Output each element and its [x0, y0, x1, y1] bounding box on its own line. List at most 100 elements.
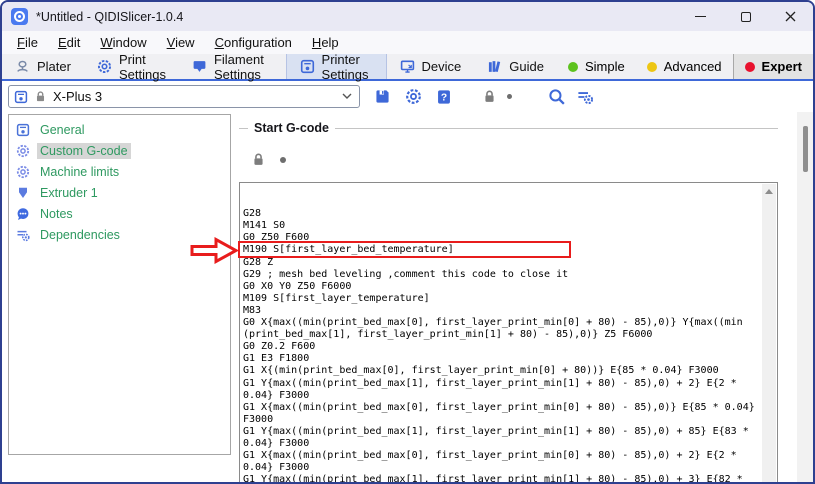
field-status-row — [251, 152, 286, 167]
save-preset-button[interactable] — [374, 88, 391, 105]
gcode-line: G28 Z — [243, 257, 761, 269]
lock-toggle-button[interactable] — [482, 89, 497, 104]
tab-label: Filament Settings — [214, 52, 273, 82]
dependencies-icon — [16, 228, 30, 242]
menu-item[interactable]: Configuration — [205, 33, 302, 52]
sidebar-item-label: Extruder 1 — [37, 185, 101, 201]
section-header: Start G-code — [239, 121, 778, 135]
maximize-button[interactable] — [723, 2, 768, 31]
close-icon — [785, 11, 796, 22]
gcode-line: 0.04} F3000 — [243, 462, 761, 474]
menu-item[interactable]: Edit — [48, 33, 90, 52]
menu-item[interactable]: View — [157, 33, 205, 52]
tab-plater[interactable]: Plater — [2, 54, 84, 79]
gcode-line: M109 S[first_layer_temperature] — [243, 293, 761, 305]
maximize-icon — [741, 12, 751, 22]
sidebar-item-label: General — [37, 122, 87, 138]
window-title: *Untitled - QIDISlicer-1.0.4 — [36, 10, 183, 24]
preset-toolbar: X-Plus 3 ? — [2, 81, 813, 112]
tab-label: Printer Settings — [322, 52, 373, 82]
printer-icon — [300, 59, 315, 74]
menu-item[interactable]: Window — [90, 33, 156, 52]
chevron-down-icon — [342, 93, 352, 100]
scrollbar-thumb[interactable] — [803, 126, 808, 172]
printer-icon — [14, 90, 28, 104]
sidebar-item-custom-gcode[interactable]: Custom G-code — [9, 140, 230, 161]
lock-icon — [34, 90, 47, 103]
mode-switcher: Simple Advanced Expert — [557, 54, 813, 79]
menu-item[interactable]: File — [7, 33, 48, 52]
search-settings-button[interactable] — [576, 88, 594, 106]
lock-icon[interactable] — [251, 152, 266, 167]
tab-label: Guide — [509, 59, 544, 74]
svg-text:?: ? — [441, 92, 447, 103]
preset-value: X-Plus 3 — [53, 89, 336, 104]
search-button[interactable] — [548, 88, 566, 106]
simple-mode-dot-icon — [568, 62, 578, 72]
window-controls — [678, 2, 813, 31]
menu-item[interactable]: Help — [302, 33, 349, 52]
gcode-line: G1 X{(min(print_bed_max[0], first_layer_… — [243, 365, 761, 377]
gcode-line: M190 S[first_layer_bed_temperature] — [243, 244, 761, 256]
mode-label: Expert — [762, 59, 802, 74]
mode-simple[interactable]: Simple — [557, 54, 636, 79]
tab-label: Print Settings — [119, 52, 166, 82]
gcode-line: G0 X{max((min(print_bed_max[0], first_la… — [243, 317, 761, 329]
save-icon — [374, 88, 391, 105]
editor-scrollbar[interactable] — [762, 184, 776, 484]
sidebar-item-label: Dependencies — [37, 227, 123, 243]
modified-indicator-dot — [280, 157, 286, 163]
sidebar-item-general[interactable]: General — [9, 119, 230, 140]
gear-icon — [97, 59, 112, 74]
sidebar-item-machine-limits[interactable]: Machine limits — [9, 161, 230, 182]
printer-preset-combobox[interactable]: X-Plus 3 — [8, 85, 360, 108]
gcode-line: M141 S0 — [243, 220, 761, 232]
mode-label: Advanced — [664, 59, 722, 74]
mode-expert[interactable]: Expert — [733, 54, 813, 79]
tab-printer-settings[interactable]: Printer Settings — [286, 54, 387, 79]
gear-icon — [405, 88, 422, 105]
gear-icon — [16, 144, 30, 158]
tab-device[interactable]: Device — [387, 54, 475, 79]
help-button[interactable]: ? — [436, 89, 452, 105]
gcode-line: (print_bed_max[1], first_layer_print_min… — [243, 329, 761, 341]
scroll-up-button[interactable] — [762, 184, 776, 199]
tab-print-settings[interactable]: Print Settings — [84, 54, 179, 79]
sidebar-item-label: Notes — [37, 206, 76, 222]
app-logo-icon — [11, 8, 28, 25]
help-book-icon: ? — [436, 89, 452, 105]
gcode-line: G0 Z0.2 F600 — [243, 341, 761, 353]
preset-settings-button[interactable] — [405, 88, 422, 105]
notes-icon — [16, 207, 30, 221]
gcode-line: F3000 — [243, 414, 761, 426]
tab-guide[interactable]: Guide — [474, 54, 557, 79]
gcode-line: G1 Y{max((min(print_bed_max[1], first_la… — [243, 378, 761, 390]
mode-label: Simple — [585, 59, 625, 74]
start-gcode-editor: G28M141 S0G0 Z50 F600M190 S[first_layer_… — [239, 182, 778, 484]
tab-filament-settings[interactable]: Filament Settings — [179, 54, 286, 79]
gcode-line: 0.04} F3000 — [243, 438, 761, 450]
sidebar-item-notes[interactable]: Notes — [9, 203, 230, 224]
mode-advanced[interactable]: Advanced — [636, 54, 733, 79]
minimize-icon — [695, 16, 706, 18]
gcode-line: G1 Y{max((min(print_bed_max[1], first_la… — [243, 474, 761, 484]
gcode-line: G28 — [243, 208, 761, 220]
settings-sidebar: General Custom G-code Machine limits Ext… — [8, 114, 231, 455]
sidebar-item-dependencies[interactable]: Dependencies — [9, 224, 230, 245]
filament-icon — [192, 59, 207, 74]
gcode-line: G0 X0 Y0 Z50 F6000 — [243, 281, 761, 293]
plater-icon — [15, 59, 30, 74]
gcode-line: G0 Z50 F600 — [243, 232, 761, 244]
gcode-line: M83 — [243, 305, 761, 317]
app-window: *Untitled - QIDISlicer-1.0.4 FileEditWin… — [0, 0, 815, 484]
close-button[interactable] — [768, 2, 813, 31]
advanced-mode-dot-icon — [647, 62, 657, 72]
minimize-button[interactable] — [678, 2, 723, 31]
search-settings-icon — [576, 88, 594, 106]
search-icon — [548, 88, 566, 106]
guide-icon — [487, 59, 502, 74]
gcode-textarea[interactable]: G28M141 S0G0 Z50 F600M190 S[first_layer_… — [243, 184, 761, 484]
page-scrollbar[interactable] — [797, 112, 813, 482]
sidebar-item-extruder-1[interactable]: Extruder 1 — [9, 182, 230, 203]
lock-icon — [482, 89, 497, 104]
